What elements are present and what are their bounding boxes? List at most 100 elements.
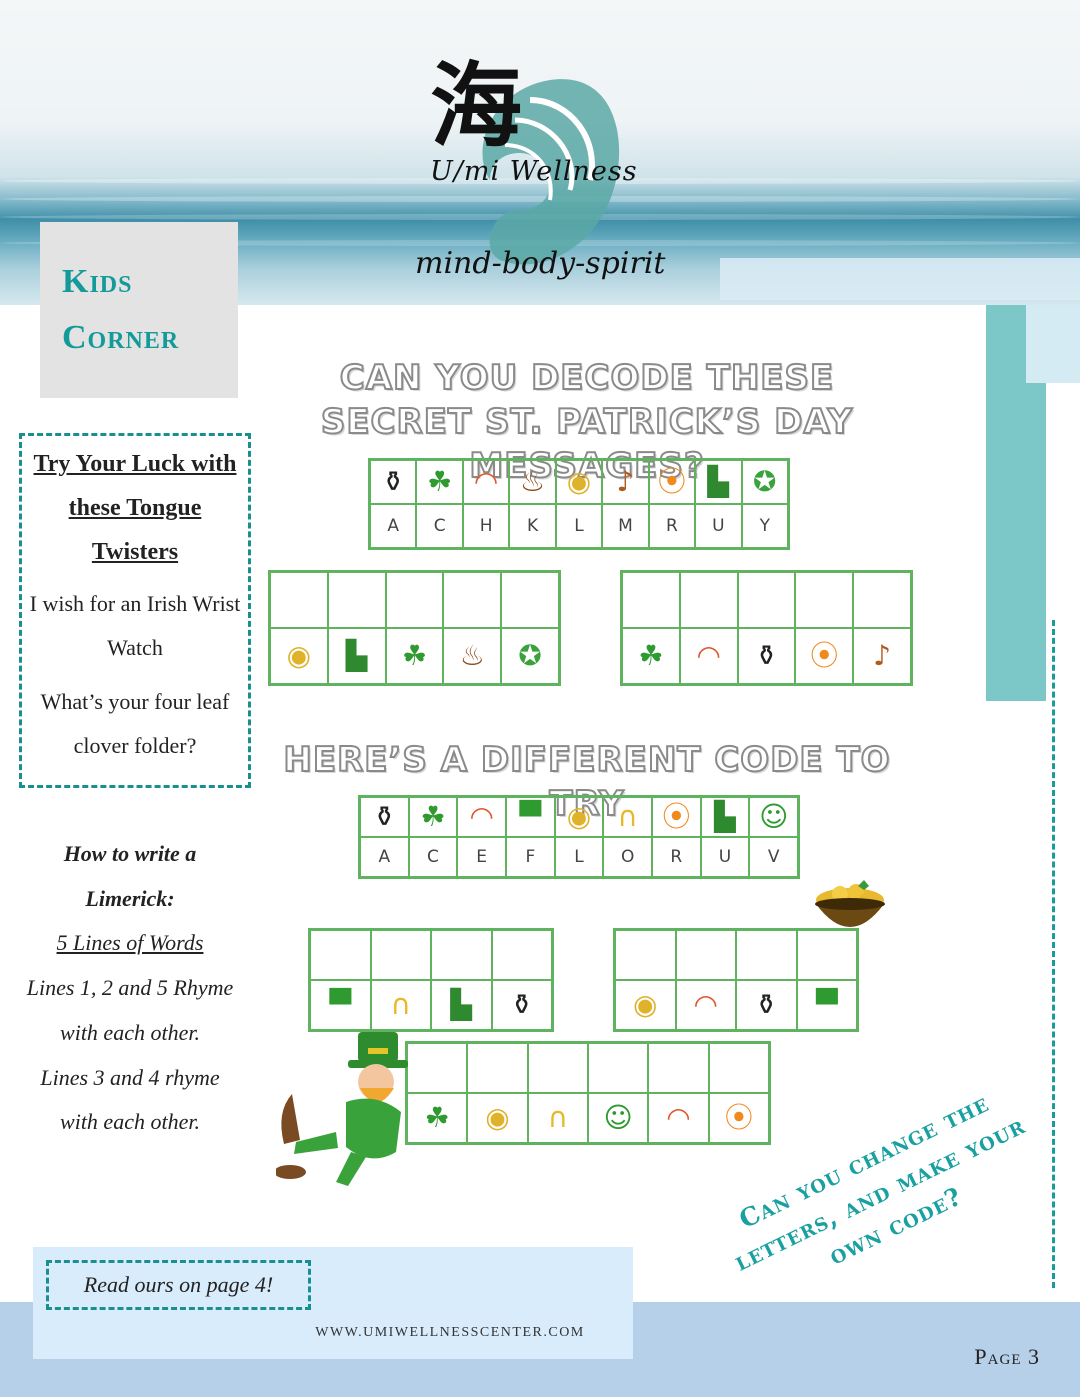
balloons-icon: ⦿ — [810, 639, 839, 672]
code-cell: ☘ — [622, 628, 680, 684]
code-cell: ⦿ — [648, 460, 696, 504]
code-cell: ⦿ — [795, 628, 854, 684]
code-cell: ⚱ — [491, 980, 552, 1030]
pot-of-gold-icon: ⚱ — [754, 639, 779, 672]
puzzle-2-word-3[interactable]: ☘ ◉ ∩ ☺ ◠ ⦿ — [405, 1041, 771, 1145]
answer-box[interactable] — [270, 572, 328, 628]
answer-box[interactable] — [622, 572, 680, 628]
green-hat-icon: ▀ — [815, 988, 838, 1021]
section-tab: Kids Corner — [40, 222, 238, 398]
section-tab-line2: Corner — [62, 319, 180, 356]
website-link[interactable]: WWW.UMIWELLNESSCENTER.COM — [270, 1325, 630, 1341]
answer-box[interactable] — [853, 572, 911, 628]
balloons-icon: ⦿ — [724, 1101, 753, 1134]
gold-coins-icon: ◉ — [485, 1101, 510, 1134]
answer-box[interactable] — [327, 572, 386, 628]
code-cell: ⦿ — [652, 797, 701, 837]
leprechaun-icon: ☺ — [603, 1101, 633, 1134]
code-cell: ∩ — [527, 1093, 588, 1143]
code-cell: ▙ — [327, 628, 386, 684]
answer-box[interactable] — [708, 1043, 769, 1093]
answer-box[interactable] — [737, 572, 796, 628]
code-cell: ✪ — [501, 628, 559, 684]
pot-of-gold-icon: ⚱ — [372, 800, 397, 833]
code-cell: ⚱ — [370, 460, 417, 504]
puzzle-2-word-1[interactable]: ▀ ∩ ▙ ⚱ — [308, 928, 554, 1032]
horseshoe-icon: ∩ — [547, 1101, 569, 1134]
leprechaun-icon — [276, 1032, 408, 1186]
page-number: Page 3 — [974, 1344, 1040, 1369]
code-cell: ◉ — [467, 1093, 528, 1143]
leprechaun-shoe-icon: ▙ — [345, 639, 368, 672]
pipe-icon: ♨ — [459, 639, 485, 672]
code-cell: ◠ — [648, 1093, 709, 1143]
balloons-icon: ⦿ — [657, 465, 686, 498]
puzzle-1-word-1[interactable]: ◉ ▙ ☘ ♨ ✪ — [268, 570, 561, 686]
answer-box[interactable] — [648, 1043, 709, 1093]
answer-box[interactable] — [615, 930, 676, 980]
code-cell: ⚱ — [736, 980, 797, 1030]
code-cell: ⚱ — [737, 628, 796, 684]
answer-box[interactable] — [407, 1043, 468, 1093]
code-cell: ∩ — [603, 797, 652, 837]
shamrock-icon: ☘ — [427, 465, 453, 498]
code-cell: ◉ — [555, 460, 603, 504]
answer-box[interactable] — [467, 1043, 528, 1093]
key-letter: U — [695, 504, 742, 548]
key-letter: C — [416, 504, 463, 548]
ribbon-icon: ✪ — [753, 465, 777, 498]
code-cell: ◠ — [675, 980, 736, 1030]
code-cell: ▙ — [700, 797, 750, 837]
answer-box[interactable] — [385, 572, 444, 628]
code-cell: ♪ — [853, 628, 911, 684]
harp-icon: ♪ — [616, 465, 635, 498]
code-cell: ☺ — [587, 1093, 649, 1143]
section-tab-line1: Kids — [62, 263, 133, 300]
limerick-instructions: How to write a Limerick: 5 Lines of Word… — [20, 832, 240, 1145]
limerick-line: Lines 3 and 4 rhyme with each other. — [40, 1064, 220, 1135]
banner-strip — [720, 258, 1080, 300]
limerick-heading: How to write a Limerick: — [63, 841, 197, 911]
key-letter: U — [700, 837, 750, 877]
code-cell: ◠ — [679, 628, 738, 684]
answer-box[interactable] — [370, 930, 431, 980]
answer-box[interactable] — [675, 930, 736, 980]
answer-box[interactable] — [431, 930, 492, 980]
logo-kanji: 海 — [430, 52, 523, 160]
answer-box[interactable] — [679, 572, 738, 628]
horseshoe-icon: ∩ — [390, 988, 412, 1021]
answer-box[interactable] — [527, 1043, 588, 1093]
answer-box[interactable] — [491, 930, 552, 980]
answer-box[interactable] — [736, 930, 797, 980]
rainbow-icon: ◠ — [469, 800, 494, 833]
balloons-icon: ⦿ — [662, 800, 691, 833]
answer-box[interactable] — [501, 572, 559, 628]
key-letter: O — [603, 837, 652, 877]
answer-box[interactable] — [310, 930, 371, 980]
tongue-twister-title: Try Your Luck with these Tongue Twisters — [33, 451, 237, 565]
code-cell: ♪ — [602, 460, 649, 504]
code-cell: ☘ — [416, 460, 463, 504]
code-cell: ◠ — [462, 460, 510, 504]
pipe-icon: ♨ — [519, 465, 546, 498]
rainbow-icon: ◠ — [473, 465, 499, 498]
rainbow-icon: ◠ — [666, 1101, 691, 1134]
leprechaun-shoe-icon: ▙ — [450, 988, 473, 1021]
answer-box[interactable] — [443, 572, 502, 628]
pot-of-gold-icon: ⚱ — [381, 465, 405, 498]
pot-of-gold-icon — [815, 880, 885, 927]
code-cell: ◉ — [615, 980, 676, 1030]
gold-coins-icon: ◉ — [286, 639, 312, 672]
code-cell: ☘ — [408, 797, 458, 837]
key-letter: A — [370, 504, 417, 548]
answer-box[interactable] — [587, 1043, 649, 1093]
code-cell: ⚱ — [360, 797, 409, 837]
answer-box[interactable] — [795, 572, 854, 628]
puzzle-1-word-2[interactable]: ☘ ◠ ⚱ ⦿ ♪ — [620, 570, 913, 686]
pot-of-gold-icon: ⚱ — [510, 988, 534, 1021]
code-cell: ☘ — [385, 628, 444, 684]
key-letter: V — [749, 837, 798, 877]
leprechaun-icon: ☺ — [759, 800, 789, 833]
limerick-line: Lines 1, 2 and 5 Rhyme with each other. — [26, 975, 234, 1045]
limerick-line: 5 Lines of Words — [56, 930, 204, 956]
